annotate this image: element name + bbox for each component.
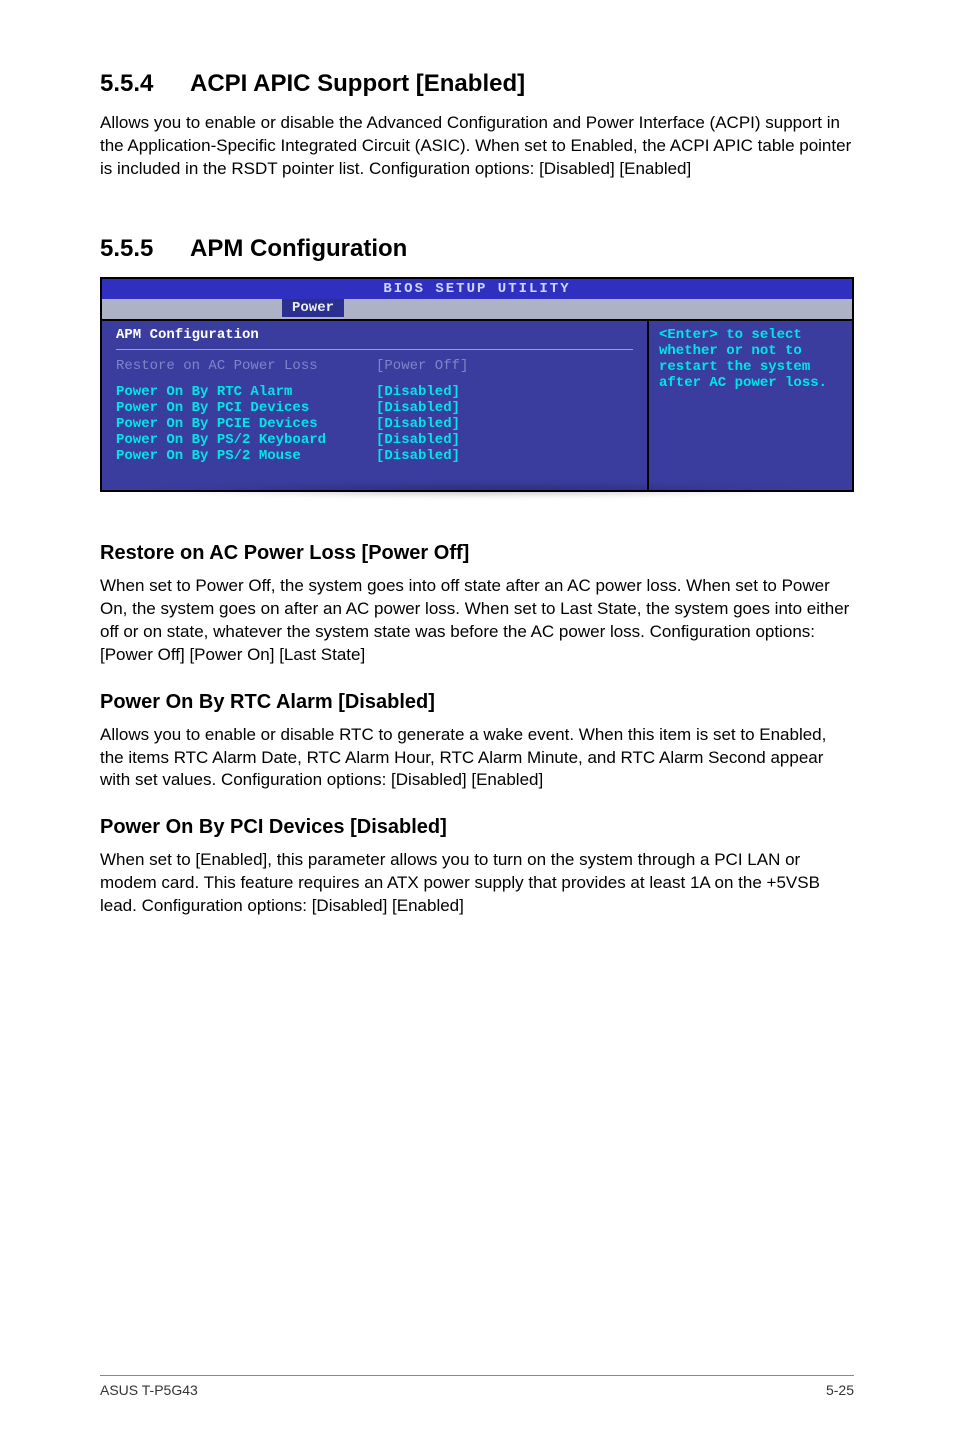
bios-item-label: Power On By RTC Alarm — [116, 384, 376, 400]
footer-right: 5-25 — [826, 1382, 854, 1398]
section-554-heading: 5.5.4ACPI APIC Support [Enabled] — [100, 70, 854, 98]
bios-tab-bar: Power — [102, 299, 852, 319]
section-555-number: 5.5.5 — [100, 235, 190, 263]
restore-body: When set to Power Off, the system goes i… — [100, 575, 854, 667]
section-554-body: Allows you to enable or disable the Adva… — [100, 112, 854, 181]
bios-shadow — [138, 482, 817, 498]
section-555-heading: 5.5.5APM Configuration — [100, 235, 854, 263]
bios-item-label: Power On By PCIE Devices — [116, 416, 376, 432]
bios-item-value: [Disabled] — [376, 384, 526, 400]
bios-left-pane: APM Configuration Restore on AC Power Lo… — [102, 321, 647, 490]
footer-left: ASUS T-P5G43 — [100, 1382, 198, 1398]
bios-content-row: APM Configuration Restore on AC Power Lo… — [102, 319, 852, 490]
bios-highlighted-row: Restore on AC Power Loss [Power Off] — [116, 358, 633, 374]
bios-screenshot: BIOS SETUP UTILITY Power APM Configurati… — [100, 277, 854, 492]
bios-item-value: [Disabled] — [376, 432, 526, 448]
bios-item-value: [Disabled] — [376, 416, 526, 432]
bios-title-bar: BIOS SETUP UTILITY — [102, 279, 852, 299]
bios-item-row: Power On By PCIE Devices [Disabled] — [116, 416, 633, 432]
bios-highlighted-label: Restore on AC Power Loss — [116, 358, 376, 374]
pci-body: When set to [Enabled], this parameter al… — [100, 849, 854, 918]
page-footer: ASUS T-P5G43 5-25 — [100, 1375, 854, 1398]
bios-help-pane: <Enter> to select whether or not to rest… — [647, 321, 852, 490]
bios-item-row: Power On By PCI Devices [Disabled] — [116, 400, 633, 416]
pci-heading: Power On By PCI Devices [Disabled] — [100, 816, 854, 839]
bios-item-row: Power On By PS/2 Keyboard [Disabled] — [116, 432, 633, 448]
bios-panel: BIOS SETUP UTILITY Power APM Configurati… — [100, 277, 854, 492]
section-554-number: 5.5.4 — [100, 70, 190, 98]
bios-tab-power: Power — [282, 299, 344, 317]
bios-item-value: [Disabled] — [376, 400, 526, 416]
bios-item-label: Power On By PS/2 Mouse — [116, 448, 376, 464]
bios-item-label: Power On By PCI Devices — [116, 400, 376, 416]
bios-left-pane-title: APM Configuration — [116, 327, 633, 347]
section-555-title: APM Configuration — [190, 235, 407, 262]
section-554-title: ACPI APIC Support [Enabled] — [190, 70, 525, 97]
bios-item-row: Power On By RTC Alarm [Disabled] — [116, 384, 633, 400]
rtc-body: Allows you to enable or disable RTC to g… — [100, 724, 854, 793]
bios-item-row: Power On By PS/2 Mouse [Disabled] — [116, 448, 633, 464]
rtc-heading: Power On By RTC Alarm [Disabled] — [100, 691, 854, 714]
bios-item-label: Power On By PS/2 Keyboard — [116, 432, 376, 448]
bios-highlighted-value: [Power Off] — [376, 358, 526, 374]
restore-heading: Restore on AC Power Loss [Power Off] — [100, 542, 854, 565]
bios-divider — [116, 349, 633, 350]
bios-item-value: [Disabled] — [376, 448, 526, 464]
